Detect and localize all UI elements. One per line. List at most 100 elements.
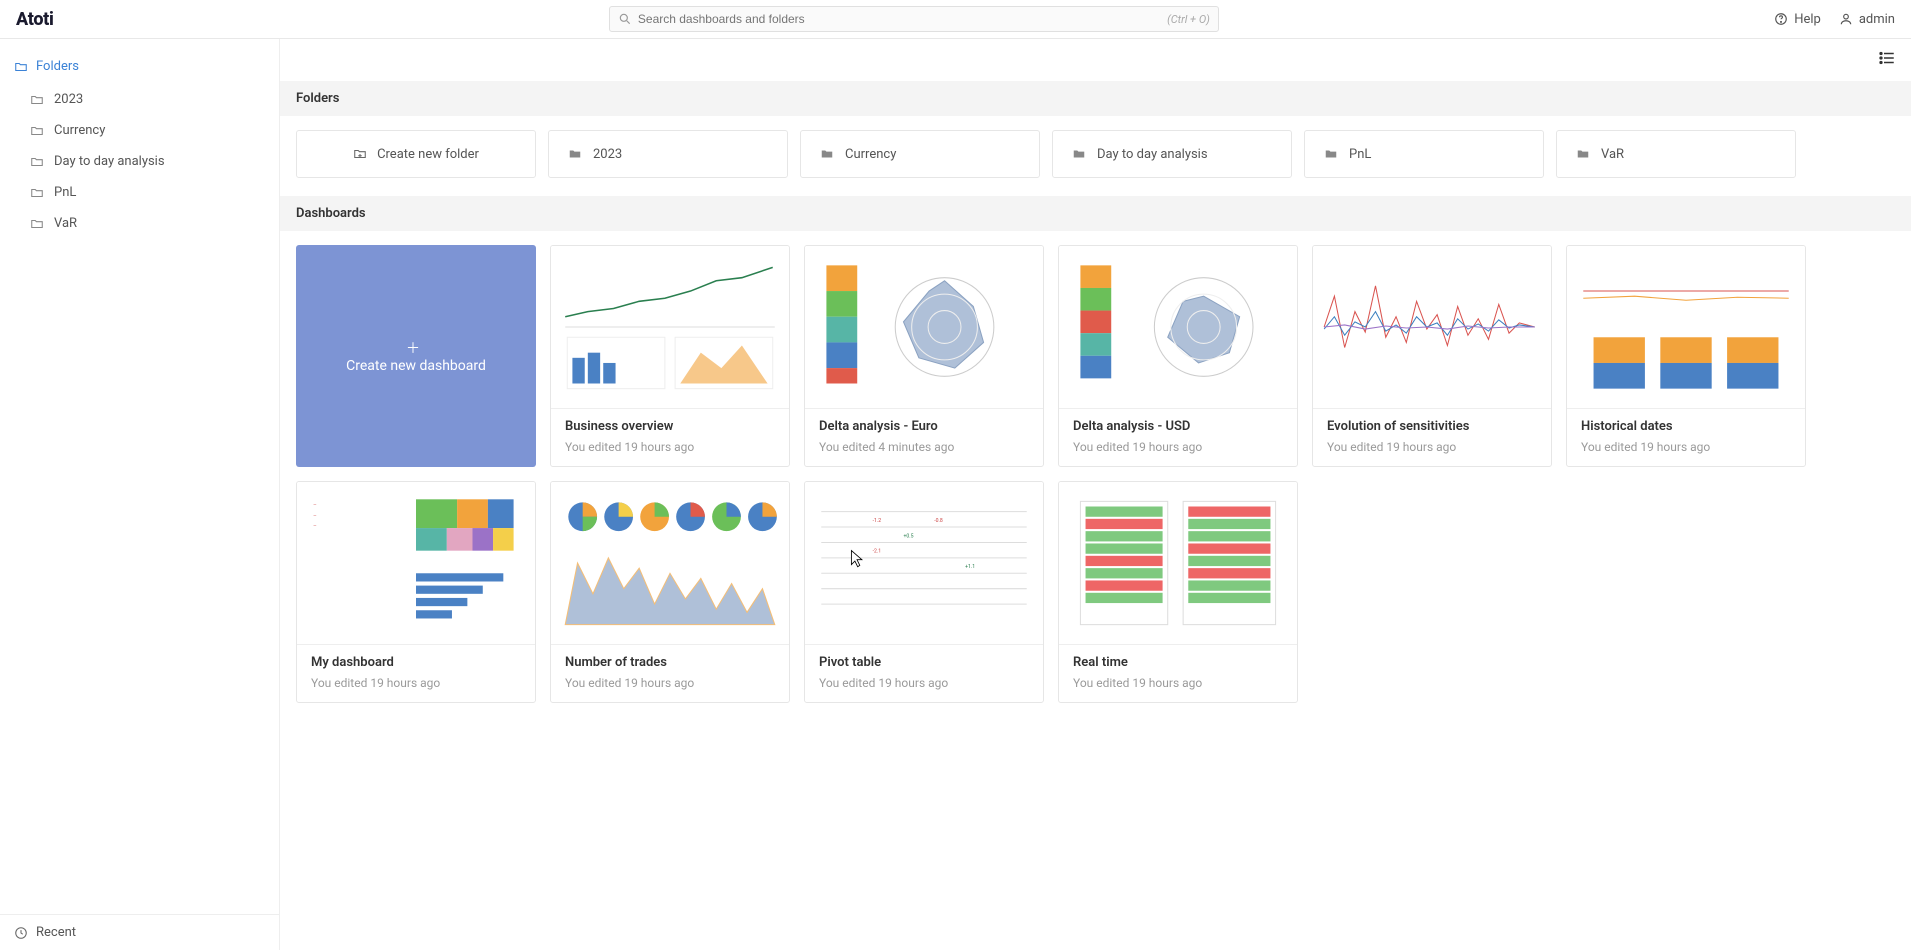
- dashboard-subtitle: You edited 19 hours ago: [1073, 440, 1283, 454]
- sidebar-recent[interactable]: Recent: [0, 914, 279, 950]
- dashboard-meta: Number of trades You edited 19 hours ago: [551, 645, 789, 702]
- dashboard-title: Business overview: [565, 419, 775, 434]
- create-folder-label: Create new folder: [377, 147, 479, 162]
- sidebar-item-label: Currency: [54, 123, 105, 138]
- dashboards-grid: ＋ Create new dashboard Business overview: [280, 231, 1911, 743]
- folder-card-label: 2023: [593, 147, 622, 162]
- svg-text:-2.1: -2.1: [873, 549, 882, 555]
- svg-text:—: —: [313, 524, 316, 529]
- dashboard-card-delta-euro[interactable]: Delta analysis - Euro You edited 4 minut…: [804, 245, 1044, 467]
- dashboard-title: Number of trades: [565, 655, 775, 670]
- dashboard-subtitle: You edited 19 hours ago: [565, 676, 775, 690]
- dashboard-thumbnail: [551, 482, 789, 645]
- sidebar-root-label: Folders: [36, 59, 79, 74]
- dashboard-card-historical[interactable]: Historical dates You edited 19 hours ago: [1566, 245, 1806, 467]
- folder-card-label: Currency: [845, 147, 896, 162]
- sidebar-item-pnl[interactable]: PnL: [22, 177, 279, 208]
- folder-solid-icon: [1323, 147, 1339, 161]
- sidebar-item-2023[interactable]: 2023: [22, 84, 279, 115]
- thumbnail-chart-icon: [1573, 252, 1799, 402]
- search-wrap: (Ctrl + O): [70, 6, 1759, 32]
- help-label: Help: [1794, 12, 1821, 27]
- folder-icon: [30, 186, 44, 200]
- dashboard-title: Delta analysis - USD: [1073, 419, 1283, 434]
- sidebar-root-folders[interactable]: Folders: [0, 55, 279, 84]
- folder-card-day-to-day[interactable]: Day to day analysis: [1052, 130, 1292, 178]
- dashboard-thumbnail: — — —: [297, 482, 535, 645]
- thumbnail-chart-icon: — — —: [303, 488, 529, 638]
- svg-text:—: —: [313, 504, 316, 509]
- dashboard-card-my-dashboard[interactable]: — — — My dashboard You edited 19 hours ago: [296, 481, 536, 703]
- folder-card-currency[interactable]: Currency: [800, 130, 1040, 178]
- dashboard-thumbnail: [805, 246, 1043, 409]
- dashboard-meta: Real time You edited 19 hours ago: [1059, 645, 1297, 702]
- dashboard-subtitle: You edited 19 hours ago: [1073, 676, 1283, 690]
- dashboard-card-evolution[interactable]: Evolution of sensitivities You edited 19…: [1312, 245, 1552, 467]
- user-label: admin: [1859, 12, 1895, 27]
- dashboards-section-header: Dashboards: [280, 196, 1911, 231]
- sidebar-item-label: 2023: [54, 92, 83, 107]
- sidebar-item-label: PnL: [54, 185, 76, 200]
- folder-card-var[interactable]: VaR: [1556, 130, 1796, 178]
- search-icon: [618, 12, 632, 26]
- create-new-folder[interactable]: Create new folder: [296, 130, 536, 178]
- dashboard-title: Historical dates: [1581, 419, 1791, 434]
- dashboard-subtitle: You edited 19 hours ago: [311, 676, 521, 690]
- dashboard-subtitle: You edited 4 minutes ago: [819, 440, 1029, 454]
- create-new-dashboard[interactable]: ＋ Create new dashboard: [296, 245, 536, 467]
- dashboard-thumbnail: [1567, 246, 1805, 409]
- new-folder-icon: [353, 147, 367, 161]
- clock-icon: [14, 926, 28, 940]
- folder-solid-icon: [1071, 147, 1087, 161]
- thumbnail-chart-icon: -1.2-0.8-2.1 +0.5+1.1: [811, 488, 1037, 638]
- dashboard-subtitle: You edited 19 hours ago: [819, 676, 1029, 690]
- dashboard-card-number-trades[interactable]: Number of trades You edited 19 hours ago: [550, 481, 790, 703]
- folders-row: Create new folder 2023 Currency Day to d…: [280, 116, 1911, 178]
- list-view-icon: [1877, 49, 1897, 67]
- folder-card-label: VaR: [1601, 147, 1624, 162]
- folder-icon: [30, 93, 44, 107]
- topbar-right: Help admin: [1774, 12, 1895, 27]
- dashboard-thumbnail: [551, 246, 789, 409]
- thumbnail-chart-icon: [811, 252, 1037, 402]
- sidebar-item-day-to-day[interactable]: Day to day analysis: [22, 146, 279, 177]
- thumbnail-chart-icon: [557, 252, 783, 402]
- main-content: Folders Create new folder 2023 Currency …: [280, 39, 1911, 950]
- user-menu[interactable]: admin: [1839, 12, 1895, 27]
- search-box[interactable]: (Ctrl + O): [609, 6, 1219, 32]
- dashboard-meta: Delta analysis - Euro You edited 4 minut…: [805, 409, 1043, 466]
- sidebar-item-var[interactable]: VaR: [22, 208, 279, 239]
- dashboard-thumbnail: [1059, 482, 1297, 645]
- svg-text:—: —: [313, 514, 316, 519]
- create-dashboard-label: Create new dashboard: [346, 358, 486, 374]
- dashboard-subtitle: You edited 19 hours ago: [1327, 440, 1537, 454]
- topbar: Atoti (Ctrl + O) Help admin: [0, 0, 1911, 39]
- folder-card-label: PnL: [1349, 147, 1371, 162]
- help-link[interactable]: Help: [1774, 12, 1821, 27]
- sidebar: Folders 2023 Currency Day to day analysi…: [0, 39, 280, 950]
- user-icon: [1839, 12, 1853, 26]
- folder-solid-icon: [819, 147, 835, 161]
- dashboard-card-pivot-table[interactable]: -1.2-0.8-2.1 +0.5+1.1 Pivot table You ed…: [804, 481, 1044, 703]
- sidebar-item-currency[interactable]: Currency: [22, 115, 279, 146]
- dashboard-meta: Delta analysis - USD You edited 19 hours…: [1059, 409, 1297, 466]
- dashboard-card-business-overview[interactable]: Business overview You edited 19 hours ag…: [550, 245, 790, 467]
- dashboard-title: Evolution of sensitivities: [1327, 419, 1537, 434]
- folder-card-2023[interactable]: 2023: [548, 130, 788, 178]
- sidebar-item-label: VaR: [54, 216, 77, 231]
- brand-logo: Atoti: [16, 9, 54, 30]
- dashboard-thumbnail: -1.2-0.8-2.1 +0.5+1.1: [805, 482, 1043, 645]
- dashboard-meta: Business overview You edited 19 hours ag…: [551, 409, 789, 466]
- dashboard-subtitle: You edited 19 hours ago: [1581, 440, 1791, 454]
- dashboard-card-delta-usd[interactable]: Delta analysis - USD You edited 19 hours…: [1058, 245, 1298, 467]
- dashboard-card-real-time[interactable]: Real time You edited 19 hours ago: [1058, 481, 1298, 703]
- folder-card-pnl[interactable]: PnL: [1304, 130, 1544, 178]
- folder-solid-icon: [1575, 147, 1591, 161]
- svg-text:-0.8: -0.8: [934, 518, 943, 524]
- svg-text:+1.1: +1.1: [965, 564, 975, 570]
- folders-section-header: Folders: [280, 81, 1911, 116]
- help-icon: [1774, 12, 1788, 26]
- dashboard-title: My dashboard: [311, 655, 521, 670]
- search-input[interactable]: [638, 12, 1161, 26]
- view-toggle-list[interactable]: [1877, 49, 1897, 67]
